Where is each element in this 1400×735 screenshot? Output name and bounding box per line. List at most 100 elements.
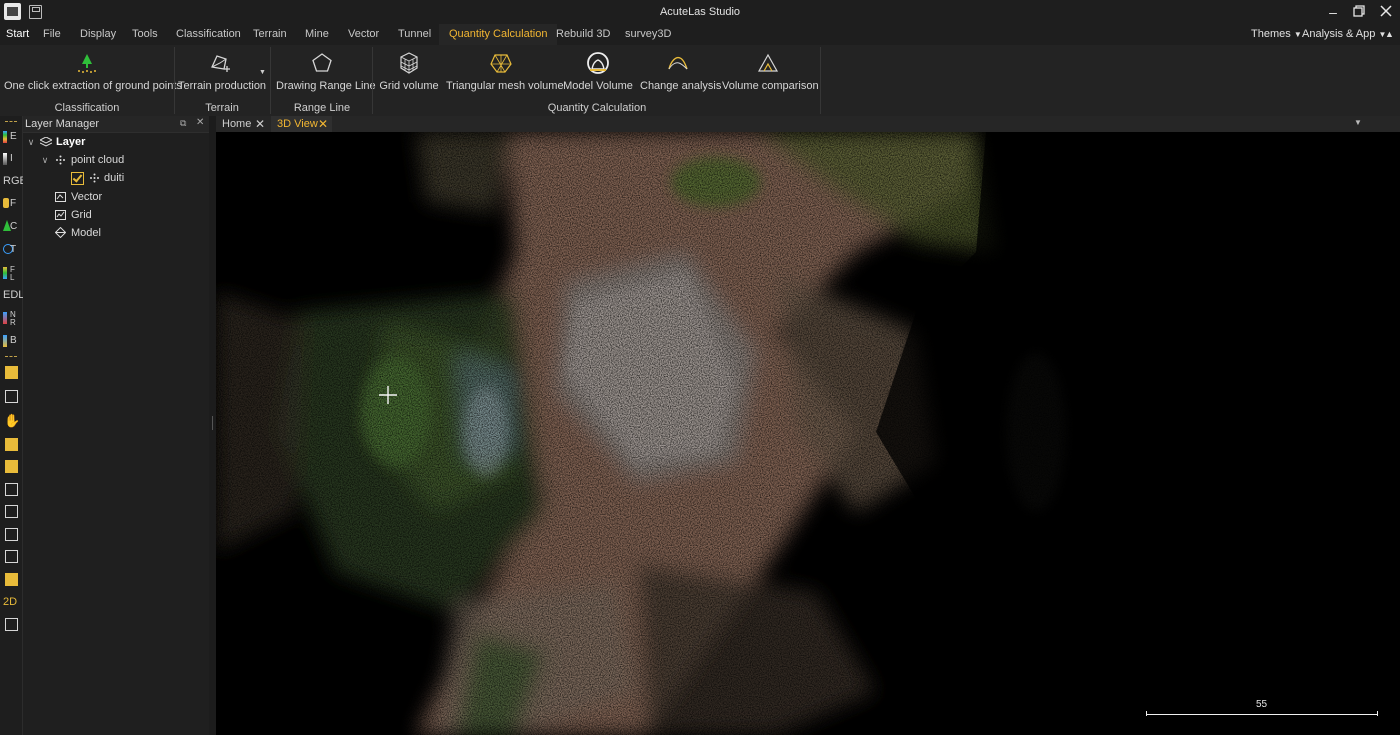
back-view-button[interactable] [1, 526, 21, 544]
left-view-button[interactable] [1, 481, 21, 499]
tree-node-grid[interactable]: Grid [23, 206, 209, 224]
close-icon[interactable]: ✕ [318, 116, 328, 132]
collapse-ribbon-icon[interactable]: ▲ [1385, 24, 1394, 45]
menu-mine[interactable]: Mine [305, 24, 329, 45]
model-label: Model [71, 227, 101, 239]
intensity-color-button[interactable]: I [1, 150, 21, 168]
cube-right-icon [5, 505, 18, 518]
close-icon[interactable]: ✕ [196, 117, 204, 128]
chevron-down-icon[interactable]: ▼ [259, 69, 266, 76]
chevron-down-icon[interactable]: ∨ [40, 151, 50, 169]
chevron-down-icon[interactable]: ▼ [1354, 118, 1362, 127]
menu-display[interactable]: Display [80, 24, 116, 45]
restore-button[interactable] [1351, 4, 1367, 20]
flight-line-button[interactable]: F L [1, 264, 21, 284]
close-icon[interactable]: ✕ [255, 116, 265, 132]
normal-color-button[interactable]: N R [1, 309, 21, 329]
intensity-icon [3, 153, 7, 165]
flight-line-label: F L [10, 265, 15, 282]
tree-node-point-cloud[interactable]: ∨ point cloud [23, 151, 209, 169]
terrain-icon [211, 55, 230, 72]
tree-node-duiti[interactable]: duiti [23, 169, 209, 187]
bottom-view-button[interactable] [1, 548, 21, 566]
window-title: AcuteLas Studio [659, 6, 741, 18]
menu-terrain[interactable]: Terrain [253, 24, 287, 45]
toolbar-grip [5, 121, 17, 123]
3d-viewport[interactable] [216, 132, 1400, 735]
close-button[interactable] [1378, 4, 1394, 20]
band-icon [3, 335, 7, 347]
2d-view-button[interactable]: 2D [1, 593, 21, 611]
top-view-button[interactable] [1, 458, 21, 476]
select-tool-button[interactable] [1, 364, 21, 382]
model-volume-label: Model Volume [563, 80, 633, 92]
elevation-icon [3, 131, 7, 143]
float-icon[interactable]: ⧉ [180, 118, 186, 129]
group-label-range-line: Range Line [293, 102, 351, 114]
chevron-down-icon: ▼ [1293, 30, 1302, 39]
document-tabs: Home ✕ 3D View ✕ ▼ [216, 116, 1400, 132]
menu-start[interactable]: Start [6, 24, 29, 45]
fit-icon [5, 573, 18, 586]
tree-node-layer[interactable]: ∨ Layer [23, 133, 209, 151]
triangular-mesh-volume-button[interactable]: Triangular mesh volume [446, 45, 564, 100]
grid-volume-button[interactable]: Grid volume [378, 45, 440, 100]
tab-home-label: Home [222, 118, 252, 130]
themes-label: Themes [1251, 28, 1291, 40]
classification-color-button[interactable]: C [1, 218, 21, 236]
menu-quantity-calculation[interactable]: Quantity Calculation [439, 24, 558, 45]
volume-comparison-button[interactable]: Volume comparison [722, 45, 819, 100]
triangular-mesh-volume-label: Triangular mesh volume [446, 80, 564, 92]
fit-view-button[interactable] [1, 571, 21, 589]
vector-icon [55, 192, 66, 202]
menu-classification[interactable]: Classification [176, 24, 241, 45]
grid-icon [55, 210, 66, 220]
tab-3d-view[interactable]: 3D View ✕ [271, 116, 332, 132]
model-volume-icon [587, 52, 609, 74]
menu-bar: Start File Display Tools Classification … [0, 24, 1400, 45]
title-bar: AcuteLas Studio – [0, 0, 1400, 24]
edl-button[interactable]: EDL [1, 286, 24, 304]
menu-file[interactable]: File [43, 24, 61, 45]
panel-splitter[interactable] [209, 116, 216, 735]
duiti-visibility-checkbox[interactable] [71, 172, 84, 185]
flight-line-icon [3, 267, 7, 279]
time-color-button[interactable]: T [1, 241, 21, 259]
ground-extraction-button[interactable]: One click extraction of ground points [4, 45, 182, 100]
ground-extraction-label: One click extraction of ground points [4, 80, 182, 92]
front-view-button[interactable] [1, 436, 21, 454]
measure-tool-button[interactable] [1, 388, 21, 406]
chevron-down-icon[interactable]: ∨ [26, 133, 36, 151]
menu-rebuild-3d[interactable]: Rebuild 3D [556, 24, 610, 45]
change-analysis-button[interactable]: Change analysis [640, 45, 721, 100]
group-separator [372, 47, 373, 114]
band-color-button[interactable]: B [1, 332, 21, 350]
themes-dropdown[interactable]: Themes ▼ [1251, 24, 1302, 45]
tree-node-vector[interactable]: Vector [23, 188, 209, 206]
menu-vector[interactable]: Vector [348, 24, 379, 45]
add-view-button[interactable] [1, 616, 21, 634]
scale-bar [1146, 711, 1378, 716]
model-volume-button[interactable]: Model Volume [562, 45, 634, 100]
toolbar-grip [5, 356, 17, 358]
tree-node-model[interactable]: Model [23, 224, 209, 242]
tab-home[interactable]: Home ✕ [216, 116, 270, 132]
measure-icon [5, 390, 18, 403]
right-view-button[interactable] [1, 503, 21, 521]
feature-color-button[interactable]: F [1, 195, 21, 213]
pan-tool-button[interactable]: ✋ [1, 412, 21, 430]
minimize-button[interactable]: – [1325, 4, 1341, 20]
vector-label: Vector [71, 191, 103, 203]
classification-label: C [10, 221, 18, 232]
group-label-quantity-calculation: Quantity Calculation [547, 102, 647, 114]
elevation-color-button[interactable]: E [1, 128, 21, 146]
rgb-color-button[interactable]: RGB [1, 172, 27, 190]
analysis-app-dropdown[interactable]: Analysis & App ▼ [1302, 24, 1386, 45]
menu-tools[interactable]: Tools [132, 24, 158, 45]
menu-survey3d[interactable]: survey3D [625, 24, 671, 45]
drawing-range-line-button[interactable]: Drawing Range Line [276, 45, 376, 100]
scale-value: 55 [1256, 699, 1268, 710]
terrain-production-button[interactable]: Terrain production [178, 45, 266, 100]
pentagon-icon [312, 53, 332, 72]
menu-tunnel[interactable]: Tunnel [398, 24, 431, 45]
